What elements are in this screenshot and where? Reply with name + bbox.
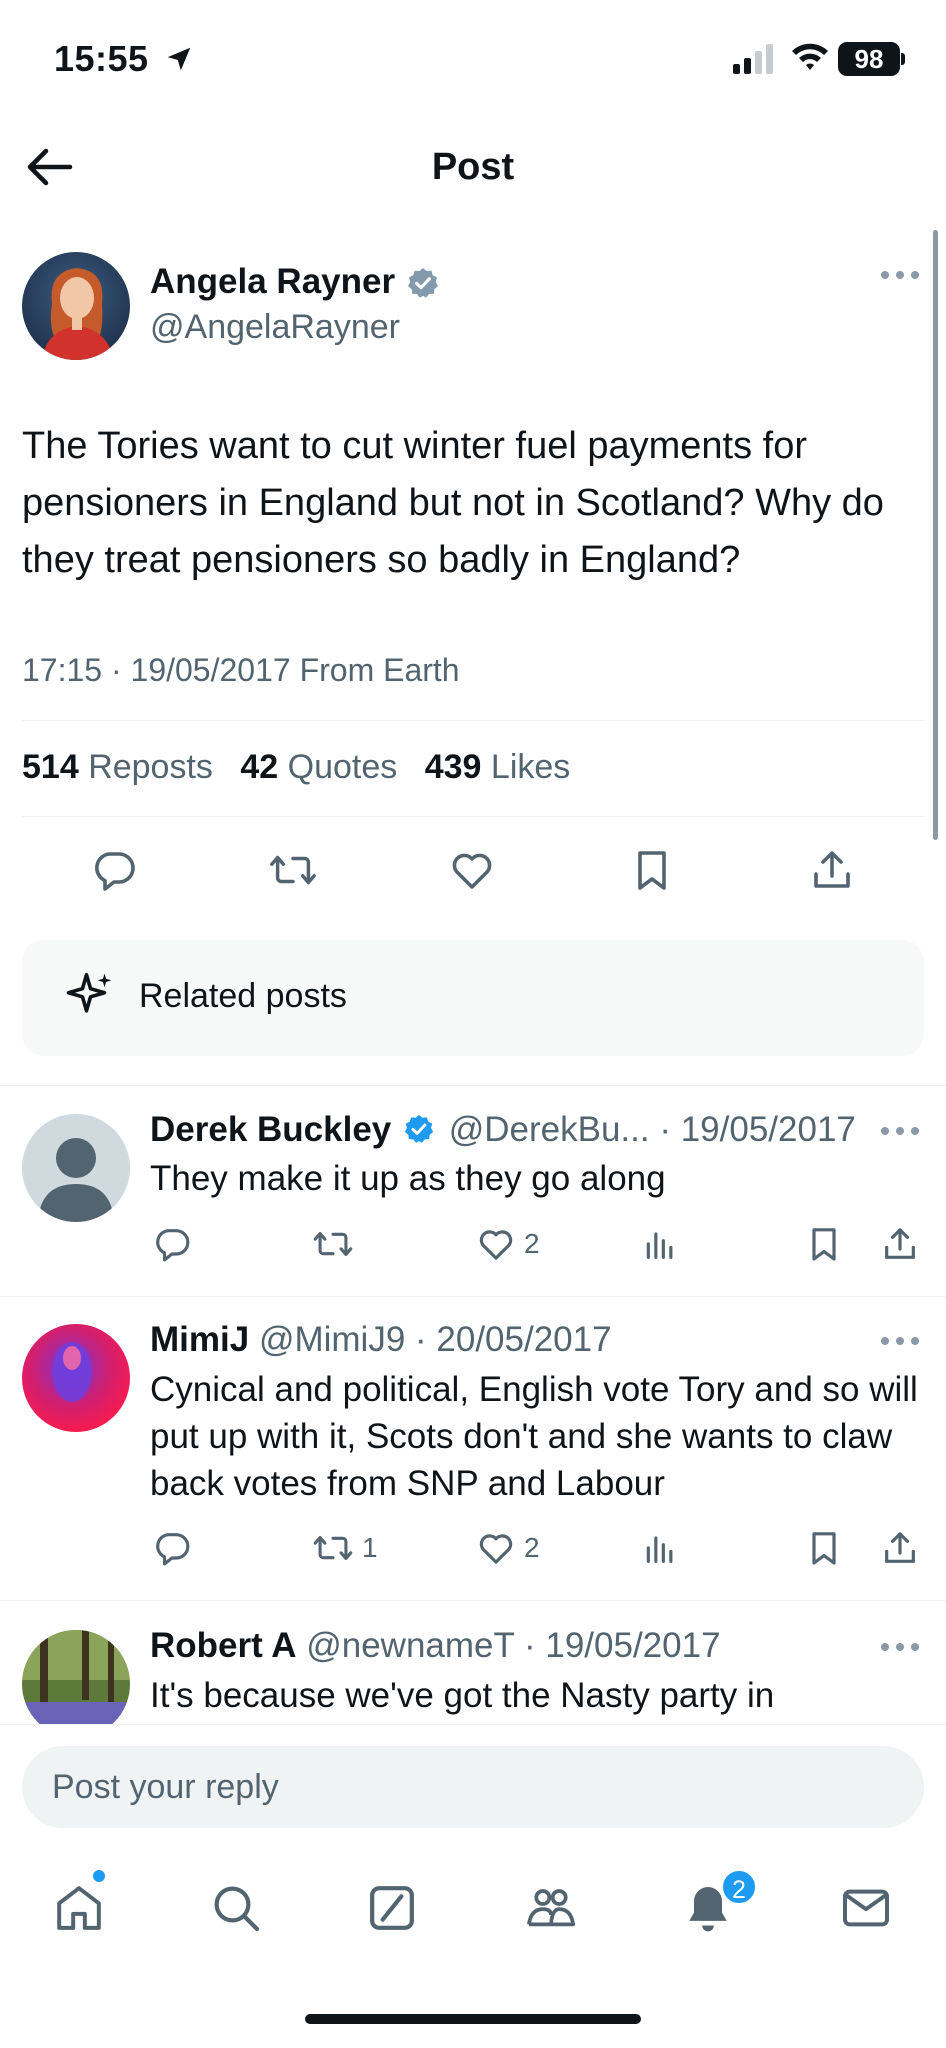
repost-icon[interactable] (268, 846, 318, 894)
like-count: 2 (524, 1532, 540, 1563)
like-icon (476, 1224, 516, 1264)
bookmark-icon[interactable] (804, 1224, 844, 1264)
location-arrow-icon (164, 44, 194, 74)
bookmark-icon[interactable] (804, 1528, 844, 1568)
author-handle[interactable]: @AngelaRayner (150, 308, 400, 347)
more-icon[interactable] (880, 1126, 920, 1136)
reply-input[interactable] (22, 1746, 924, 1828)
share-icon[interactable] (880, 1528, 920, 1568)
wifi-icon (790, 40, 830, 72)
related-posts-button[interactable]: Related posts (22, 940, 924, 1056)
notifications-badge: 2 (720, 1868, 758, 1906)
page-title: Post (431, 146, 515, 188)
views-icon[interactable] (640, 1224, 680, 1264)
tweet-text: The Tories want to cut winter fuel payme… (22, 425, 884, 581)
signal-icon (733, 44, 777, 74)
battery-level: 98 (838, 42, 900, 76)
search-icon[interactable] (208, 1880, 264, 1936)
related-posts-label: Related posts (139, 977, 347, 1015)
more-icon[interactable] (880, 270, 920, 280)
like-button[interactable]: 2 (476, 1528, 540, 1568)
reply-text: It's because we've got the Nasty party i… (150, 1676, 775, 1715)
status-time: 15:55 (54, 38, 149, 79)
reply-author-name[interactable]: Derek Buckley (150, 1110, 391, 1149)
author-avatar[interactable] (22, 252, 130, 360)
reply-text: They make it up as they go along (150, 1159, 666, 1198)
likes-stat[interactable]: 439 Likes (425, 748, 571, 786)
reply-author-name[interactable]: Robert A (150, 1626, 296, 1665)
home-icon[interactable] (50, 1880, 108, 1936)
like-button[interactable]: 2 (476, 1224, 540, 1264)
more-icon[interactable] (880, 1336, 920, 1346)
share-icon[interactable] (880, 1224, 920, 1264)
messages-icon[interactable] (838, 1880, 894, 1936)
bookmark-icon[interactable] (628, 846, 676, 894)
reply-avatar[interactable] (22, 1114, 130, 1222)
reply-header: Derek Buckley @DerekBu... · 19/05/2017 (150, 1110, 856, 1150)
reply-header: Robert A @newnameT · 19/05/2017 (150, 1626, 721, 1666)
verified-icon (403, 1113, 435, 1145)
grok-icon[interactable] (364, 1880, 420, 1936)
reply-icon[interactable] (90, 846, 138, 894)
sparkle-icon (64, 968, 118, 1022)
reply-handle-date[interactable]: @DerekBu... · 19/05/2017 (449, 1110, 856, 1149)
home-indicator[interactable] (305, 2014, 641, 2024)
reply-avatar[interactable] (22, 1630, 130, 1738)
battery-tip (901, 53, 905, 65)
divider (0, 1296, 946, 1297)
verified-icon (406, 266, 440, 300)
repost-button[interactable]: 1 (312, 1528, 378, 1568)
views-icon[interactable] (640, 1528, 680, 1568)
reply-text: Cynical and political, English vote Tory… (150, 1370, 918, 1503)
repost-icon (312, 1528, 354, 1568)
reply-header: MimiJ @MimiJ9 · 20/05/2017 (150, 1320, 612, 1360)
home-unread-dot (93, 1870, 105, 1882)
like-icon[interactable] (448, 846, 496, 894)
repost-count: 1 (362, 1532, 378, 1563)
reply-handle-date[interactable]: @MimiJ9 · 20/05/2017 (259, 1320, 612, 1359)
divider (0, 1085, 946, 1086)
reply-handle-date[interactable]: @newnameT · 19/05/2017 (306, 1626, 720, 1665)
reposts-stat[interactable]: 514 Reposts (22, 748, 213, 786)
divider (22, 816, 924, 817)
tweet-meta: 17:15 · 19/05/2017 From Earth (22, 652, 460, 688)
communities-icon[interactable] (522, 1880, 580, 1936)
divider (0, 1600, 946, 1601)
reply-icon[interactable] (152, 1528, 192, 1568)
reply-author-name[interactable]: MimiJ (150, 1320, 249, 1359)
reply-avatar[interactable] (22, 1324, 130, 1432)
quotes-stat[interactable]: 42 Quotes (240, 748, 397, 786)
like-icon (476, 1528, 516, 1568)
scrollbar[interactable] (933, 230, 938, 840)
repost-icon[interactable] (312, 1224, 354, 1264)
like-count: 2 (524, 1228, 540, 1259)
share-icon[interactable] (808, 846, 856, 894)
reply-icon[interactable] (152, 1224, 192, 1264)
tweet-stats: 514 Reposts 42 Quotes 439 Likes (22, 748, 570, 787)
more-icon[interactable] (880, 1642, 920, 1652)
divider (22, 720, 924, 721)
author-name[interactable]: Angela Rayner (150, 262, 395, 302)
